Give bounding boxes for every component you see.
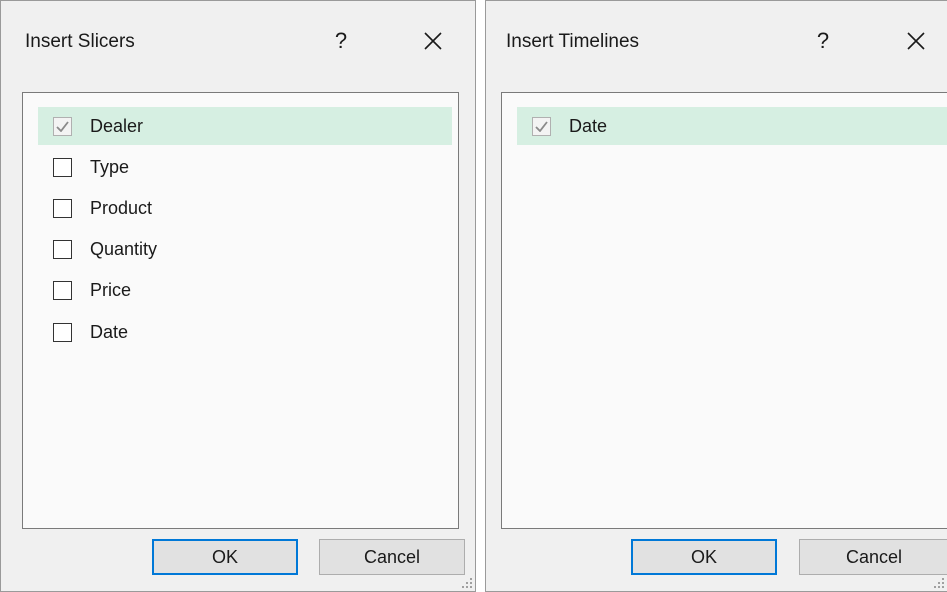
ok-button[interactable]: OK [152,539,298,575]
close-button[interactable] [413,23,453,59]
field-list[interactable]: Dealer Type Product Quantity Price Date [22,92,459,529]
checkmark-icon [535,120,548,132]
resize-grip-icon[interactable] [459,575,473,589]
checkbox-dealer[interactable] [53,116,72,136]
help-button[interactable]: ? [323,23,359,59]
dialog-title: Insert Slicers [25,31,135,52]
list-item-date[interactable]: Date [38,313,452,351]
checkmark-icon [56,120,69,132]
checkbox-date[interactable] [53,322,72,342]
close-icon [424,32,442,50]
item-label: Product [90,197,153,218]
checkbox-quantity[interactable] [53,239,72,259]
gap [476,0,485,592]
insert-timelines-dialog: Insert Timelines ? Date OK Cancel [485,0,947,592]
help-icon: ? [816,28,830,53]
item-label: Quantity [90,238,158,259]
close-icon [907,32,925,50]
item-label: Date [569,115,608,136]
insert-slicers-dialog: Insert Slicers ? Dealer Type Product Qua… [0,0,476,592]
item-label: Price [90,279,132,300]
help-icon: ? [334,28,348,53]
cancel-button[interactable]: Cancel [319,539,465,575]
title-bar: Insert Slicers ? [1,1,475,81]
item-label: Type [90,156,130,177]
checkbox-type[interactable] [53,157,72,177]
ok-button[interactable]: OK [631,539,777,575]
list-item-dealer[interactable]: Dealer [38,107,452,145]
close-button[interactable] [896,23,936,59]
list-item-quantity[interactable]: Quantity [38,230,452,268]
checkbox-price[interactable] [53,280,72,300]
help-button[interactable]: ? [805,23,841,59]
resize-grip-icon[interactable] [931,575,945,589]
checkbox-date[interactable] [532,116,551,136]
list-item-type[interactable]: Type [38,148,452,186]
checkbox-product[interactable] [53,198,72,218]
list-item-price[interactable]: Price [38,271,452,309]
dialog-title: Insert Timelines [506,31,640,52]
field-list[interactable]: Date [501,92,947,529]
title-bar: Insert Timelines ? [486,1,947,81]
list-item-product[interactable]: Product [38,189,452,227]
item-label: Date [90,321,129,342]
item-label: Dealer [90,115,144,136]
list-item-date[interactable]: Date [517,107,947,145]
cancel-button[interactable]: Cancel [799,539,947,575]
